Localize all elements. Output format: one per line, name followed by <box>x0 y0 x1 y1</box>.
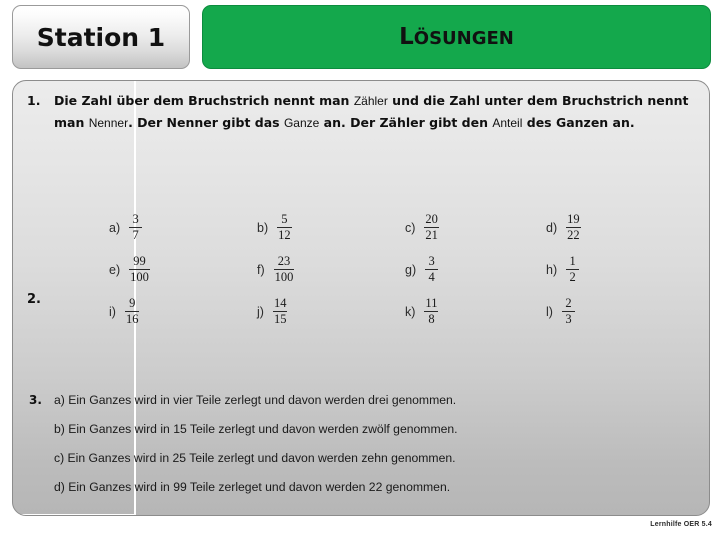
fraction-label: a) <box>109 220 121 235</box>
footer-credit: Lernhilfe OER 5.4 <box>650 521 712 528</box>
fraction-label: e) <box>109 262 121 277</box>
fraction-numerator: 23 <box>277 254 291 268</box>
fraction-value: 11 8 <box>424 296 439 327</box>
section-3-number: 3. <box>29 393 42 407</box>
fraction-denominator: 15 <box>273 312 287 327</box>
fraction-item-l: l) 2 3 <box>546 296 575 327</box>
fraction-denominator: 4 <box>428 270 435 285</box>
fraction-item-j: j) 14 15 <box>257 296 288 327</box>
fraction-denominator: 22 <box>567 228 580 243</box>
fraction-label: k) <box>405 304 416 319</box>
fraction-value: 37 <box>129 212 143 243</box>
fraction-item-i: i) 9 16 <box>109 296 140 327</box>
section-3-line: c) Ein Ganzes wird in 25 Teile zerlegt u… <box>54 451 456 465</box>
fraction-value: 23 <box>561 296 575 327</box>
fraction-numerator: 14 <box>273 296 287 310</box>
section-3-line: a) Ein Ganzes wird in vier Teile zerlegt… <box>54 393 457 407</box>
fraction-numerator: 1 <box>569 254 576 268</box>
section-3-line: b) Ein Ganzes wird in 15 Teile zerlegt u… <box>54 422 458 436</box>
fraction-numerator: 20 <box>425 212 438 226</box>
fraction-item-a: a) 3 7 <box>109 212 143 243</box>
fraction-label: f) <box>257 262 265 277</box>
fraction-label: c) <box>405 220 416 235</box>
section-2-fraction-grid: a) 3 7 b) 5 12 c) 20 21 d) 19 22 e) 99 100 f) 23 100 g) 3 4 h… <box>109 212 709 339</box>
fraction-denominator: 7 <box>132 228 139 243</box>
fraction-label: h) <box>546 262 558 277</box>
fraction-denominator: 2 <box>569 270 576 285</box>
fraction-value: 5 12 <box>277 212 292 243</box>
fraction-item-h: h) 1 2 <box>546 254 580 285</box>
s1-answer-anteil: Anteil <box>492 116 523 130</box>
s1-answer-zaehler: Zähler <box>353 94 388 108</box>
fraction-value: 19 22 <box>566 212 581 243</box>
section-2-number: 2. <box>27 292 41 307</box>
s1-text-part3: . Der Nenner gibt das <box>128 115 284 130</box>
fraction-numerator: 3 <box>132 212 139 226</box>
fraction-label: d) <box>546 220 558 235</box>
fraction-item-b: b) 5 12 <box>257 212 292 243</box>
content-panel: 1. Die Zahl über dem Bruchstrich nennt m… <box>12 80 710 516</box>
s1-answer-nenner: Nenner <box>88 116 129 130</box>
solutions-label: LÖSUNGEN <box>399 24 514 50</box>
fraction-numerator: 11 <box>425 296 438 310</box>
fraction-item-f: f) 23 100 <box>257 254 295 285</box>
station-label: Station 1 <box>36 22 166 52</box>
fraction-item-c: c) 20 21 <box>405 212 439 243</box>
fraction-denominator: 100 <box>274 270 294 285</box>
fraction-value: 14 15 <box>272 296 288 327</box>
fraction-numerator: 3 <box>428 254 435 268</box>
section-1-number: 1. <box>27 93 41 108</box>
s1-text-part5: des Ganzen an. <box>522 115 635 130</box>
fraction-numerator: 5 <box>281 212 288 226</box>
fraction-row: a) 3 7 b) 5 12 c) 20 21 d) 19 22 <box>109 212 709 255</box>
fraction-denominator: 12 <box>278 228 291 243</box>
fraction-value: 12 <box>566 254 580 285</box>
fraction-value: 20 21 <box>424 212 439 243</box>
fraction-value: 99 100 <box>129 254 150 285</box>
fraction-numerator: 9 <box>129 296 136 310</box>
fraction-value: 23 100 <box>273 254 295 285</box>
fraction-row: i) 9 16 j) 14 15 k) 11 8 l) 2 3 <box>109 296 709 339</box>
s1-answer-ganze: Ganze <box>283 116 320 130</box>
section-3-line: d) Ein Ganzes wird in 99 Teile zerleget … <box>54 480 451 494</box>
fraction-label: g) <box>405 262 417 277</box>
fraction-item-d: d) 19 22 <box>546 212 581 243</box>
page-header: Station 1 LÖSUNGEN <box>0 0 720 76</box>
fraction-item-g: g) 3 4 <box>405 254 439 285</box>
fraction-row: e) 99 100 f) 23 100 g) 3 4 h) 1 2 <box>109 254 709 297</box>
fraction-denominator: 3 <box>565 312 572 327</box>
fraction-numerator: 2 <box>565 296 572 310</box>
s1-text-part1: Die Zahl über dem Bruchstrich nennt man <box>54 93 354 108</box>
s1-text-part4: an. Der Zähler gibt den <box>319 115 493 130</box>
solutions-label-rest: ÖSUNGEN <box>413 28 514 49</box>
fraction-label: i) <box>109 304 116 319</box>
fraction-denominator: 8 <box>428 312 435 327</box>
horizontal-divider-line <box>13 514 136 515</box>
station-badge: Station 1 <box>12 5 190 69</box>
solutions-label-cap: L <box>399 24 414 50</box>
fraction-numerator: 99 <box>133 254 146 268</box>
fraction-label: j) <box>257 304 264 319</box>
fraction-label: b) <box>257 220 269 235</box>
fraction-value: 34 <box>425 254 439 285</box>
fraction-item-k: k) 11 8 <box>405 296 439 327</box>
fraction-numerator: 19 <box>567 212 580 226</box>
fraction-denominator: 16 <box>125 312 139 327</box>
fraction-value: 9 16 <box>124 296 140 327</box>
section-3-lines: a) Ein Ganzes wird in vier Teile zerlegt… <box>54 391 674 507</box>
fraction-denominator: 21 <box>425 228 438 243</box>
fraction-label: l) <box>546 304 553 319</box>
solutions-badge: LÖSUNGEN <box>202 5 711 69</box>
fraction-item-e: e) 99 100 <box>109 254 150 285</box>
fraction-denominator: 100 <box>130 270 149 285</box>
section-1-text: Die Zahl über dem Bruchstrich nennt man … <box>54 90 700 134</box>
